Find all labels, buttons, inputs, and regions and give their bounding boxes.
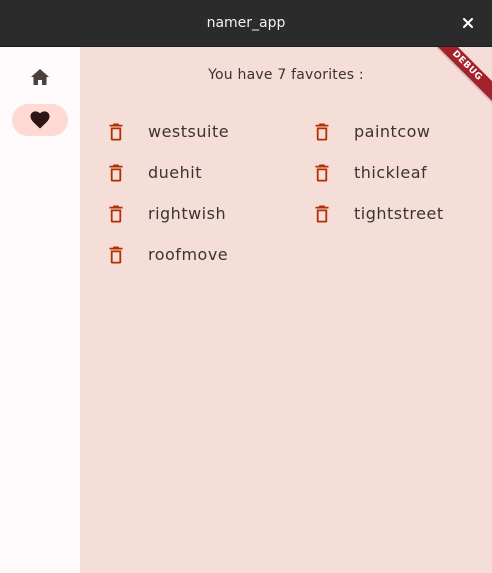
favorite-word: duehit xyxy=(148,163,202,182)
trash-icon xyxy=(315,205,329,222)
nav-favorites-button[interactable] xyxy=(12,104,68,136)
favorites-page: You have 7 favorites : westsuite paintco… xyxy=(80,47,492,573)
list-item: westsuite xyxy=(102,111,308,152)
home-icon xyxy=(31,69,49,85)
trash-icon xyxy=(315,164,329,181)
trash-icon xyxy=(109,123,123,140)
list-item: rightwish xyxy=(102,193,308,234)
delete-button[interactable] xyxy=(308,200,336,228)
title-bar: namer_app xyxy=(0,0,492,47)
delete-button[interactable] xyxy=(102,159,130,187)
delete-button[interactable] xyxy=(308,159,336,187)
heart-icon xyxy=(30,111,50,129)
list-item: duehit xyxy=(102,152,308,193)
favorite-word: roofmove xyxy=(148,245,229,264)
list-item: tightstreet xyxy=(308,193,492,234)
list-item: paintcow xyxy=(308,111,492,152)
delete-button[interactable] xyxy=(102,118,130,146)
window-title: namer_app xyxy=(206,15,286,31)
close-icon xyxy=(463,18,473,28)
favorites-list: westsuite paintcow duehit thickleaf righ… xyxy=(102,111,492,275)
navigation-rail xyxy=(0,47,80,573)
favorite-word: tightstreet xyxy=(354,204,444,223)
favorites-heading: You have 7 favorites : xyxy=(208,67,364,83)
list-item: roofmove xyxy=(102,234,308,275)
favorite-word: thickleaf xyxy=(354,163,428,182)
list-item: thickleaf xyxy=(308,152,492,193)
trash-icon xyxy=(109,246,123,263)
favorite-word: paintcow xyxy=(354,122,431,141)
trash-icon xyxy=(109,205,123,222)
nav-home-button[interactable] xyxy=(12,61,68,93)
close-button[interactable] xyxy=(458,13,478,33)
trash-icon xyxy=(315,123,329,140)
favorite-word: rightwish xyxy=(148,204,227,223)
trash-icon xyxy=(109,164,123,181)
app-window: namer_app You have 7 favorites : westsui… xyxy=(0,0,492,573)
delete-button[interactable] xyxy=(102,241,130,269)
favorite-word: westsuite xyxy=(148,122,230,141)
delete-button[interactable] xyxy=(102,200,130,228)
delete-button[interactable] xyxy=(308,118,336,146)
